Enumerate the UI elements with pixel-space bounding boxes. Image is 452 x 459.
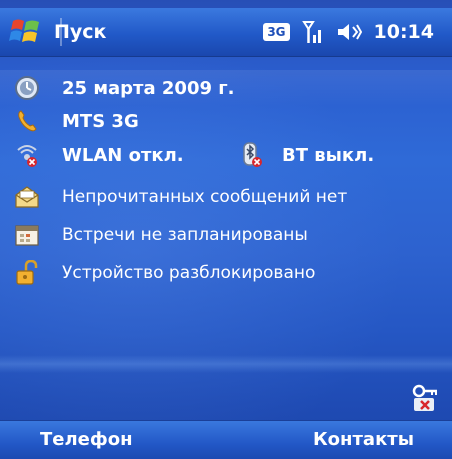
bluetooth-icon [243, 142, 262, 167]
messages-item[interactable]: Непрочитанных сообщений нет [0, 180, 452, 214]
title-bar: Пуск 3G 10:14 [0, 8, 452, 57]
clock-icon [15, 76, 39, 100]
calendar-icon [15, 225, 39, 246]
contacts-softkey[interactable]: Контакты [313, 429, 414, 450]
phone-softkey[interactable]: Телефон [40, 429, 133, 450]
operator-text: MTS 3G [62, 110, 139, 132]
clock[interactable]: 10:14 [374, 21, 434, 43]
appointments-item[interactable]: Встречи не запланированы [0, 218, 452, 252]
appointments-text: Встречи не запланированы [62, 225, 308, 245]
bluetooth-item[interactable]: BT выкл. [232, 138, 452, 172]
wlan-item[interactable]: WLAN откл. [0, 138, 220, 172]
status-tray: 3G 10:14 [263, 17, 434, 47]
softkey-bar: Телефон Контакты [0, 420, 452, 459]
start-button[interactable]: Пуск [8, 14, 148, 50]
date-text: 25 марта 2009 г. [62, 77, 235, 99]
device-lock-item[interactable]: Устройство разблокировано [0, 256, 452, 290]
envelope-icon [15, 186, 39, 208]
signal-icon[interactable] [301, 19, 324, 45]
title-separator [60, 18, 62, 46]
device-lock-text: Устройство разблокировано [62, 263, 316, 283]
background-horizon [0, 355, 452, 373]
today-screen: Пуск 3G 10:14 25 марта 2009 г. MTS 3G WL… [0, 0, 452, 459]
date-item[interactable]: 25 марта 2009 г. [0, 70, 452, 106]
wireless-icon [17, 145, 37, 167]
operator-item[interactable]: MTS 3G [0, 104, 452, 138]
phone-icon [18, 110, 37, 132]
messages-text: Непрочитанных сообщений нет [62, 187, 348, 207]
speaker-icon[interactable] [336, 20, 362, 44]
key-tools-icon[interactable] [410, 383, 440, 413]
bluetooth-text: BT выкл. [282, 144, 375, 166]
network-type-badge[interactable]: 3G [263, 23, 290, 41]
windows-flag-icon [9, 19, 39, 42]
wlan-text: WLAN откл. [62, 144, 184, 166]
padlock-icon [16, 260, 38, 285]
